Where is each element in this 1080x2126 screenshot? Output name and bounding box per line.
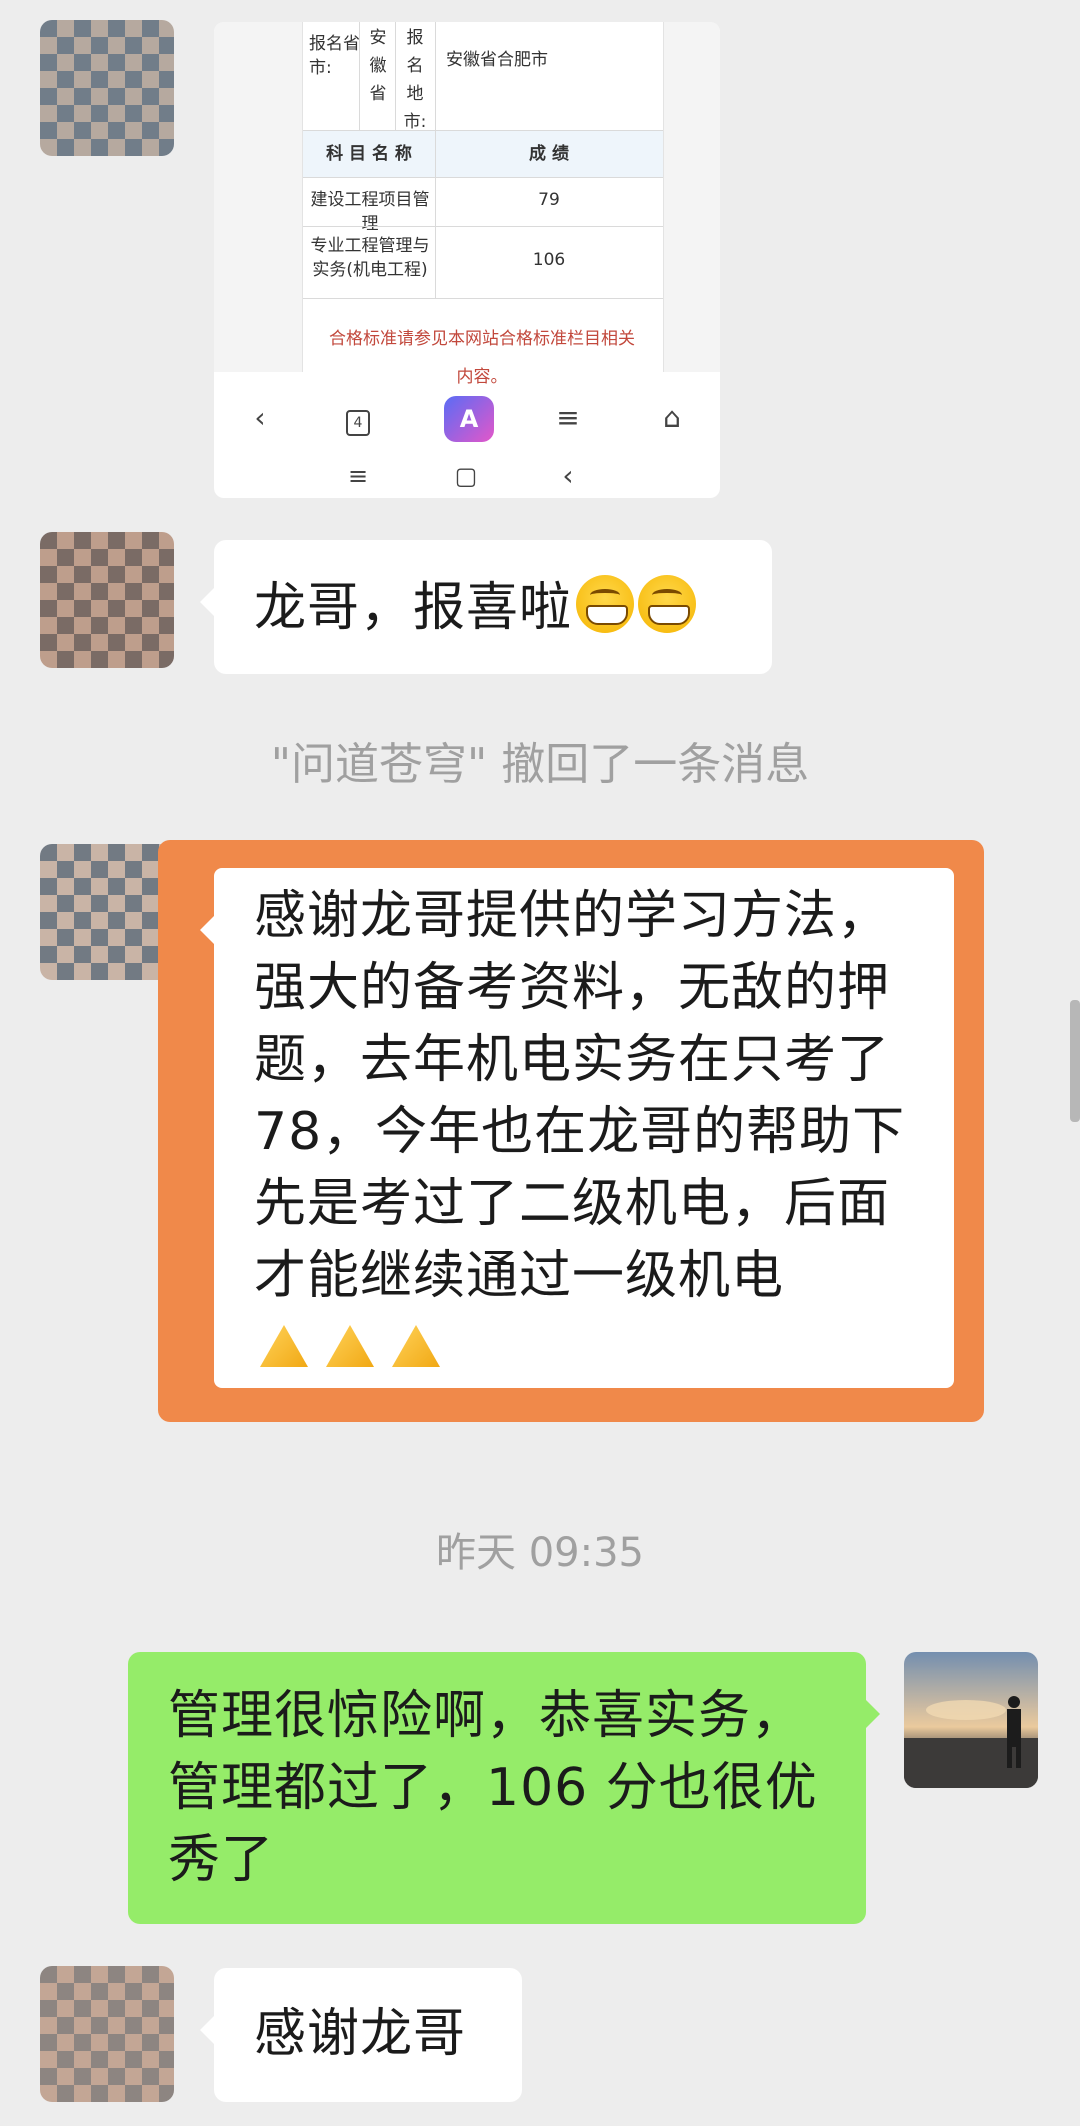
divider <box>435 22 436 130</box>
pray-emoji-icon <box>254 1321 314 1371</box>
back-icon[interactable]: ‹ <box>240 398 280 438</box>
grin-emoji-icon <box>576 575 635 633</box>
divider <box>303 226 663 227</box>
ai-assistant-icon[interactable]: A <box>444 396 494 442</box>
home-icon[interactable]: ⌂ <box>652 398 692 438</box>
message-text: 龙哥，报喜啦 <box>254 578 573 638</box>
divider <box>435 130 436 298</box>
system-nav-bar: ≡ ▢ ‹ <box>214 456 720 498</box>
divider <box>359 22 360 130</box>
city-label: 报名地市: <box>403 28 427 132</box>
contact-avatar[interactable] <box>40 844 174 980</box>
message-bubble[interactable]: 感谢龙哥 <box>200 1968 522 2102</box>
message-text: 管理很惊险啊，恭喜实务，管理都过了，106 分也很优秀了 <box>168 1686 818 1890</box>
column-header-subject: 科 目 名 称 <box>326 144 412 164</box>
browser-toolbar: ‹ 4 A ≡ ⌂ <box>214 396 720 458</box>
message-text-row: 龙哥，报喜啦 <box>254 572 697 644</box>
contact-avatar[interactable] <box>40 1966 174 2102</box>
pray-emoji-icon <box>320 1321 380 1371</box>
tab-count: 4 <box>346 410 370 436</box>
back-icon[interactable]: ‹ <box>548 456 588 496</box>
contact-avatar[interactable] <box>40 532 174 668</box>
screenshot-margin <box>662 22 720 372</box>
message-bubble-self[interactable]: 管理很惊险啊，恭喜实务，管理都过了，106 分也很优秀了 <box>128 1652 880 1924</box>
contact-avatar[interactable] <box>40 20 174 156</box>
divider <box>303 298 663 299</box>
score-cell: 79 <box>538 190 560 210</box>
subject-cell: 建设工程项目管理 <box>310 190 430 234</box>
divider <box>395 22 396 130</box>
qualification-note: 合格标准请参见本网站合格标准栏目相关内容。 <box>329 329 635 387</box>
person-silhouette-icon <box>904 1696 1038 1788</box>
menu-icon[interactable]: ≡ <box>548 398 588 438</box>
grin-emoji-icon <box>638 575 697 633</box>
message-text: 感谢龙哥 <box>254 2004 467 2064</box>
pray-emoji-icon <box>386 1321 446 1371</box>
message-text: 感谢龙哥提供的学习方法，强大的备考资料，无敌的押题，去年机电实务在只考了78，今… <box>254 886 906 1306</box>
province-label: 报名省市: <box>309 34 360 78</box>
divider <box>303 177 663 178</box>
score-cell: 106 <box>532 250 566 270</box>
home-square-icon[interactable]: ▢ <box>446 456 486 496</box>
recall-notice: "问道苍穹" 撤回了一条消息 <box>270 739 810 790</box>
province-value: 安徽省 <box>369 28 387 104</box>
tabs-icon[interactable]: 4 <box>338 398 378 438</box>
recents-icon[interactable]: ≡ <box>338 456 378 496</box>
timestamp: 昨天 09:35 <box>436 1530 644 1576</box>
self-avatar[interactable] <box>904 1652 1038 1788</box>
message-text-block: 感谢龙哥提供的学习方法，强大的备考资料，无敌的押题，去年机电实务在只考了78，今… <box>254 880 920 1384</box>
score-screenshot-image[interactable]: 报名省市: 安徽省 报名地市: 安徽省合肥市 科 目 名 称 成 绩 建设工程项… <box>214 22 720 498</box>
subject-cell: 专业工程管理与实务(机电工程) <box>310 236 430 280</box>
screenshot-margin <box>214 22 302 372</box>
column-header-score: 成 绩 <box>529 144 569 164</box>
city-value: 安徽省合肥市 <box>446 50 548 70</box>
message-bubble[interactable]: 龙哥，报喜啦 <box>200 540 772 674</box>
message-bubble[interactable]: 感谢龙哥提供的学习方法，强大的备考资料，无敌的押题，去年机电实务在只考了78，今… <box>200 868 954 1388</box>
scrollbar-thumb[interactable] <box>1070 1000 1080 1122</box>
